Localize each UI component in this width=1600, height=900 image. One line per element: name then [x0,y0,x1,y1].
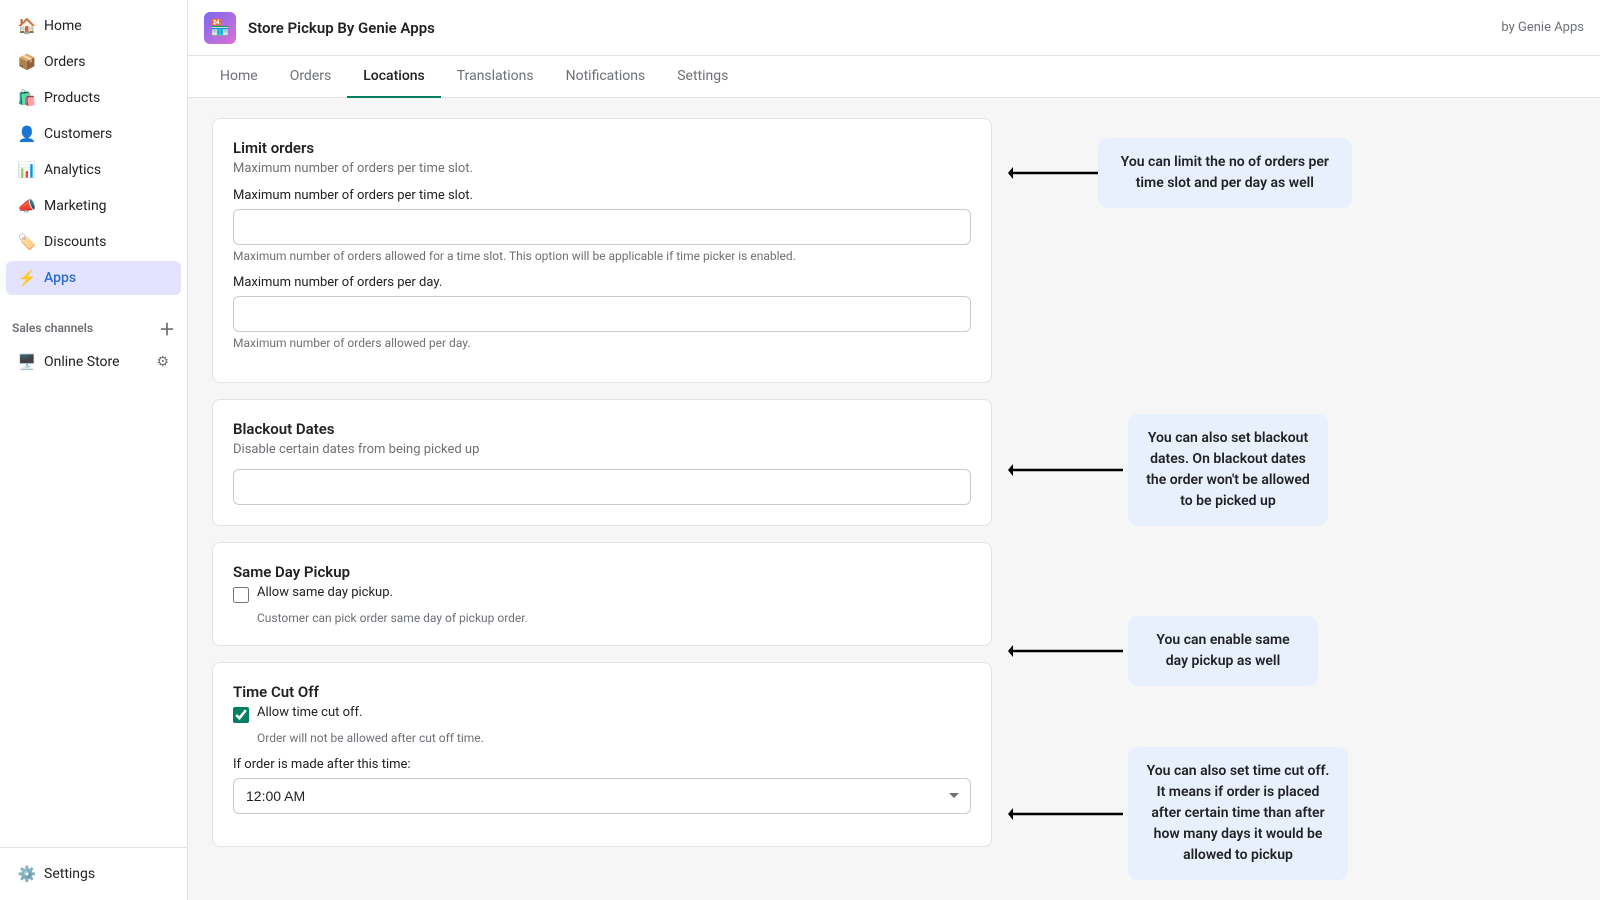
same-day-checkbox-hint: Customer can pick order same day of pick… [257,611,971,625]
time-cut-off-checkbox-hint: Order will not be allowed after cut off … [257,731,971,745]
sidebar-item-home[interactable]: 🏠 Home [6,9,181,43]
limit-orders-card: Limit orders Maximum number of orders pe… [212,118,992,383]
sidebar-item-apps[interactable]: ⚡ Apps [6,261,181,295]
sidebar-item-discounts[interactable]: 🏷️ Discounts [6,225,181,259]
tab-orders[interactable]: Orders [274,56,348,98]
sidebar-bottom: ⚙️ Settings [0,847,187,892]
main-content-area: 🏪 Store Pickup By Genie Apps by Genie Ap… [188,0,1600,900]
time-cut-off-card: Time Cut Off Allow time cut off. Order w… [212,662,992,847]
time-cut-off-title: Time Cut Off [233,683,971,701]
time-cut-off-arrow-icon [1008,799,1128,829]
sidebar-item-settings[interactable]: ⚙️ Settings [6,857,181,891]
blackout-dates-card: Blackout Dates Disable certain dates fro… [212,399,992,526]
same-day-checkbox-label: Allow same day pickup. [257,585,393,600]
apps-icon: ⚡ [18,269,36,287]
tab-translations[interactable]: Translations [441,56,550,98]
per-time-slot-input[interactable] [233,209,971,245]
time-cut-off-callout-bubble: You can also set time cut off. It means … [1128,747,1348,880]
same-day-pickup-card: Same Day Pickup Allow same day pickup. C… [212,542,992,646]
spacer-3 [992,686,1352,747]
sidebar-item-analytics[interactable]: 📊 Analytics [6,153,181,187]
spacer-1 [992,208,1352,414]
per-time-slot-hint: Maximum number of orders allowed for a t… [233,249,971,263]
app-title: Store Pickup By Genie Apps [248,19,435,37]
tab-settings[interactable]: Settings [661,56,744,98]
if-order-time-group: If order is made after this time: 12:00 … [233,757,971,814]
time-select[interactable]: 12:00 AM [233,778,971,814]
time-cut-off-checkbox-label: Allow time cut off. [257,705,362,720]
sidebar-item-orders[interactable]: 📦 Orders [6,45,181,79]
blackout-dates-subtitle: Disable certain dates from being picked … [233,442,971,457]
callout-blackout-dates: You can also set blackout dates. On blac… [992,414,1352,526]
online-store-settings-icon[interactable]: ⚙ [156,354,169,370]
callout-time-cut-off: You can also set time cut off. It means … [992,747,1352,880]
callout-limit-orders: You can limit the no of orders per time … [992,118,1352,208]
time-cut-off-checkbox[interactable] [233,707,249,723]
app-logo: 🏪 [204,12,236,44]
if-order-time-label: If order is made after this time: [233,757,971,772]
blackout-dates-title: Blackout Dates [233,420,971,438]
per-time-slot-label: Maximum number of orders per time slot. [233,188,971,203]
same-day-checkbox-row: Allow same day pickup. [233,585,971,603]
products-icon: 🛍️ [18,89,36,107]
limit-orders-subtitle: Maximum number of orders per time slot. [233,161,971,176]
discounts-icon: 🏷️ [18,233,36,251]
sales-channels-section: Sales channels ＋ [0,304,187,344]
sidebar-item-customers[interactable]: 👤 Customers [6,117,181,151]
sidebar: 🏠 Home 📦 Orders 🛍️ Products 👤 Customers … [0,0,188,900]
limit-orders-arrow-icon [1008,158,1098,188]
tab-home[interactable]: Home [204,56,274,98]
per-day-group: Maximum number of orders per day. Maximu… [233,275,971,350]
per-time-slot-group: Maximum number of orders per time slot. … [233,188,971,263]
time-cut-off-checkbox-row: Allow time cut off. [233,705,971,723]
analytics-icon: 📊 [18,161,36,179]
marketing-icon: 📣 [18,197,36,215]
callout-limit-arrow-group: You can limit the no of orders per time … [1008,138,1352,208]
limit-orders-callout-bubble: You can limit the no of orders per time … [1098,138,1352,208]
add-sales-channel-icon[interactable]: ＋ [159,316,175,340]
blackout-dates-callout-bubble: You can also set blackout dates. On blac… [1128,414,1328,526]
tabs-bar: Home Orders Locations Translations Notif… [188,56,1600,98]
sidebar-item-online-store[interactable]: 🖥️ Online Store ⚙ [6,345,181,379]
content-area: Limit orders Maximum number of orders pe… [188,98,1600,900]
same-day-pickup-title: Same Day Pickup [233,563,971,581]
main-section: Limit orders Maximum number of orders pe… [212,118,992,880]
orders-icon: 📦 [18,53,36,71]
same-day-pickup-callout-bubble: You can enable same day pickup as well [1128,616,1318,686]
per-day-hint: Maximum number of orders allowed per day… [233,336,971,350]
topbar-by-label: by Genie Apps [1501,20,1584,35]
per-day-input[interactable] [233,296,971,332]
callout-same-day-pickup: You can enable same day pickup as well [992,616,1352,686]
limit-orders-title: Limit orders [233,139,971,157]
per-day-label: Maximum number of orders per day. [233,275,971,290]
tab-locations[interactable]: Locations [347,56,441,98]
tab-notifications[interactable]: Notifications [550,56,662,98]
online-store-icon: 🖥️ [18,353,36,371]
customers-icon: 👤 [18,125,36,143]
settings-icon: ⚙️ [18,865,36,883]
blackout-dates-arrow-icon [1008,455,1128,485]
time-select-wrapper: 12:00 AM [233,778,971,814]
topbar: 🏪 Store Pickup By Genie Apps by Genie Ap… [188,0,1600,56]
sidebar-item-products[interactable]: 🛍️ Products [6,81,181,115]
blackout-dates-input[interactable] [233,469,971,505]
same-day-pickup-arrow-icon [1008,636,1128,666]
sidebar-item-marketing[interactable]: 📣 Marketing [6,189,181,223]
same-day-checkbox[interactable] [233,587,249,603]
home-icon: 🏠 [18,17,36,35]
right-annotations: You can limit the no of orders per time … [992,118,1352,880]
spacer-2 [992,526,1352,616]
